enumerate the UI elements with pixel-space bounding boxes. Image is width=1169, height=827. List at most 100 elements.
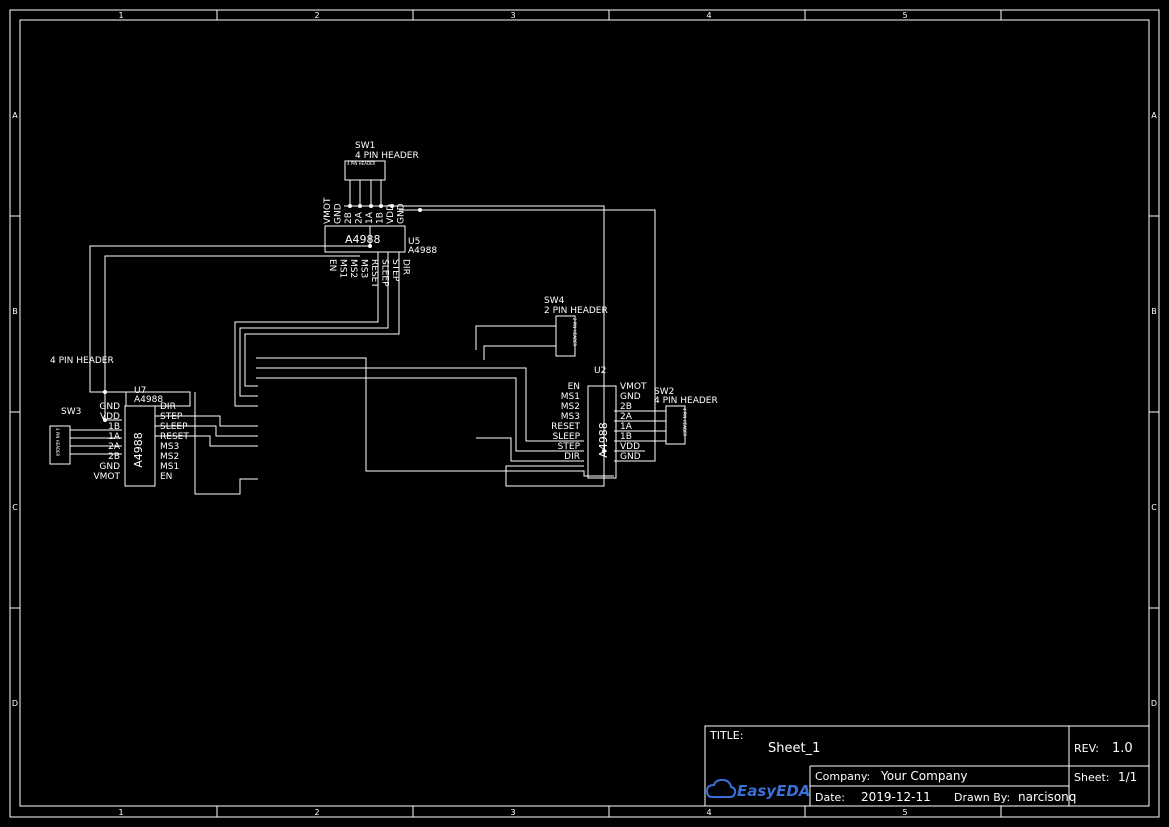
frame-col-label: 2 (314, 808, 319, 817)
u7-pin-label: RESET (160, 432, 189, 442)
company-label: Company: (815, 770, 870, 783)
u5-pin-label: MS1 (338, 259, 348, 278)
u7-value: A4988 (134, 395, 163, 405)
frame-row-label: A (1151, 111, 1157, 120)
easyeda-logo: EasyEDA (705, 778, 810, 800)
frame-col-label: 3 (510, 808, 515, 817)
u2-pin-label: EN (568, 382, 580, 392)
frame-col-label: 1 (118, 11, 123, 20)
u7-pin-label: GND (99, 402, 120, 412)
u2-pin-label: VDD (620, 442, 640, 452)
u7-pin-label: EN (160, 472, 172, 482)
u5-pin-label: STEP (390, 259, 400, 282)
u7-pin-label: MS2 (160, 452, 179, 462)
u7-pin-label: GND (99, 462, 120, 472)
frame-row-label: B (12, 307, 18, 316)
sw1-value: 4 PIN HEADER (355, 151, 419, 161)
frame-col-label: 1 (118, 808, 123, 817)
u2-chip[interactable]: U2 A4988 ENMS1MS2MS3RESETSLEEPSTEPDIR VM… (551, 366, 647, 479)
logo-text: EasyEDA (737, 782, 810, 800)
u2-pin-label: MS1 (561, 392, 580, 402)
u7-pin-label: MS3 (160, 442, 179, 452)
frame-col-label: 4 (706, 11, 711, 20)
frame-row-label: C (1151, 503, 1157, 512)
u5-value: A4988 (408, 246, 437, 256)
u2-pin-label: 2B (620, 402, 632, 412)
u5-pin-label: MS2 (348, 259, 358, 278)
u2-pin-label: VMOT (620, 382, 647, 392)
u7-pin-label: 2A (108, 442, 121, 452)
sw1-ref: SW1 (355, 141, 375, 151)
frame-col-label: 3 (510, 11, 515, 20)
schematic-canvas: 1 2 3 4 5 1 2 3 4 5 A B C D A B C D SW1 … (9, 9, 1160, 818)
u7-pin-label: VDD (100, 412, 120, 422)
u2-ref: U2 (594, 366, 606, 376)
sheet-frame (9, 9, 1160, 818)
sw2-value: 4 PIN HEADER (654, 396, 718, 406)
u2-pin-label: 2A (620, 412, 633, 422)
u5-pin-label: 1A (365, 211, 375, 224)
date-label: Date: (815, 791, 845, 804)
u7-body-label: A4988 (132, 432, 145, 468)
sw3-body-label: 4 PIN HEADER (55, 428, 60, 457)
sheet-label: Sheet: (1074, 771, 1110, 784)
u2-pin-label: MS3 (561, 412, 580, 422)
u5-pin-label: MS3 (359, 259, 369, 278)
u7-chip[interactable]: U7 A4988 A4988 GNDVDD1B1A2A2BGNDVMOT DIR… (93, 386, 189, 487)
sw3-value: 4 PIN HEADER (50, 356, 114, 366)
u7-pin-label: 1B (108, 422, 120, 432)
u2-pin-label: STEP (558, 442, 581, 452)
title-block: TITLE: Sheet_1 REV: 1.0 Company: Your Co… (704, 725, 1150, 807)
sheet-title: Sheet_1 (768, 741, 820, 756)
frame-col-label: 5 (902, 11, 907, 20)
u2-pin-label: 1A (620, 422, 633, 432)
sw2-header[interactable]: SW2 4 PIN HEADER 4 PIN HEADER (654, 387, 718, 445)
date-value: 2019-12-11 (861, 790, 931, 804)
sw4-ref: SW4 (544, 296, 565, 306)
u5-pin-label: EN (327, 259, 337, 271)
u5-pin-label: GND (334, 203, 344, 224)
frame-col-label: 2 (314, 11, 319, 20)
u5-pin-label: DIR (401, 259, 411, 275)
sw3-ref: SW3 (61, 407, 81, 417)
rev-label: REV: (1074, 742, 1099, 755)
sw2-body-label: 4 PIN HEADER (682, 408, 687, 437)
frame-col-label: 4 (706, 808, 711, 817)
u5-body-label: A4988 (345, 233, 381, 246)
u2-pin-label: SLEEP (552, 432, 580, 442)
u7-pin-label: STEP (160, 412, 183, 422)
company-value: Your Company (880, 769, 968, 783)
u5-pin-label: GND (397, 203, 407, 224)
frame-row-label: A (12, 111, 18, 120)
rev-value: 1.0 (1112, 741, 1133, 756)
u7-pin-label: DIR (160, 402, 176, 412)
u7-pin-label: 2B (108, 452, 120, 462)
u5-pin-label: 1B (376, 212, 386, 224)
u2-pin-label: GND (620, 452, 641, 462)
sheet-value: 1/1 (1118, 770, 1137, 784)
u2-pin-label: MS2 (561, 402, 580, 412)
sw4-value: 2 PIN HEADER (544, 306, 608, 316)
u2-pin-label: 1B (620, 432, 632, 442)
drawn-by-label: Drawn By: (954, 791, 1010, 804)
u5-pin-label: 2B (344, 212, 354, 224)
u7-pin-label: VMOT (93, 472, 120, 482)
u5-pin-label: VMOT (323, 197, 333, 224)
cloud-icon (705, 778, 737, 798)
sw4-body-label: 2 PIN HEADER (572, 318, 577, 347)
frame-row-label: D (12, 699, 18, 708)
frame-row-label: D (1151, 699, 1157, 708)
sw1-header[interactable]: SW1 4 PIN HEADER 4 PIN HEADER (344, 141, 419, 181)
u7-pin-label: SLEEP (160, 422, 188, 432)
drawn-by-value: narcisonq (1018, 790, 1076, 804)
frame-row-label: C (12, 503, 18, 512)
u5-pin-label: VDD (386, 204, 396, 224)
u7-pin-label: MS1 (160, 462, 179, 472)
u2-pin-label: GND (620, 392, 641, 402)
u2-pin-label: RESET (551, 422, 580, 432)
sw1-body-label: 4 PIN HEADER (347, 161, 376, 166)
frame-col-label: 5 (902, 808, 907, 817)
title-label: TITLE: (709, 729, 743, 742)
u5-pin-label: 2A (355, 211, 365, 224)
u2-body-label: A4988 (597, 422, 610, 458)
